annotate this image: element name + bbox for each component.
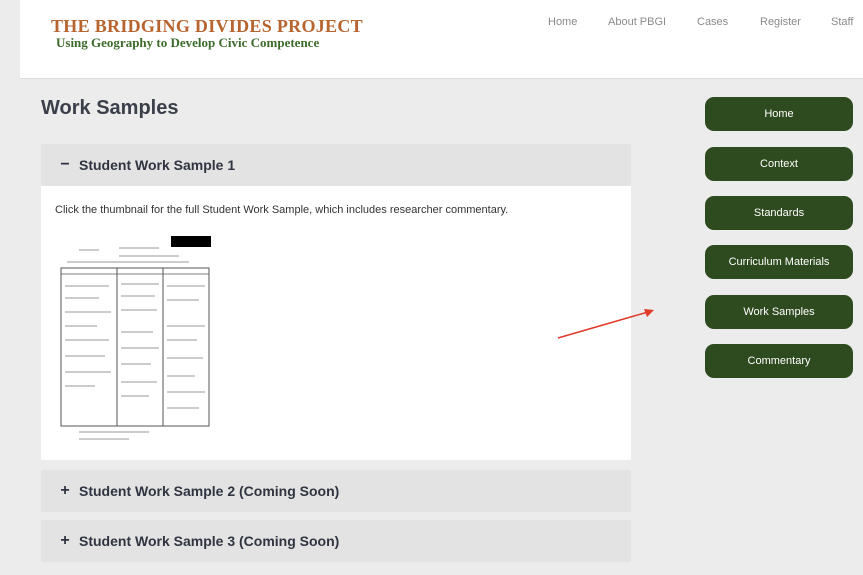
nav-cases[interactable]: Cases: [697, 16, 728, 28]
red-arrow-icon: [557, 309, 654, 339]
nav-register[interactable]: Register: [760, 16, 801, 28]
accordion-header-1[interactable]: − Student Work Sample 1: [41, 144, 631, 186]
nav-about-pbgi[interactable]: About PBGI: [608, 16, 666, 28]
accordion-label-2: Student Work Sample 2 (Coming Soon): [79, 483, 340, 499]
sidebar-button-standards[interactable]: Standards: [705, 196, 853, 230]
accordion-label-1: Student Work Sample 1: [79, 157, 236, 173]
nav-staff[interactable]: Staff: [831, 16, 853, 28]
sidebar-button-work-samples[interactable]: Work Samples: [705, 295, 853, 329]
accordion-item-3: + Student Work Sample 3 (Coming Soon): [41, 520, 631, 562]
accordion-label-3: Student Work Sample 3 (Coming Soon): [79, 533, 340, 549]
site-logo-subtitle: Using Geography to Develop Civic Compete…: [56, 35, 320, 50]
accordion-body-1: Click the thumbnail for the full Student…: [41, 186, 631, 460]
accordion-header-3[interactable]: + Student Work Sample 3 (Coming Soon): [41, 520, 631, 562]
site-header: THE BRIDGING DIVIDES PROJECT Using Geogr…: [20, 0, 863, 79]
sidebar-button-curriculum-materials[interactable]: Curriculum Materials: [705, 245, 853, 279]
sidebar-button-context[interactable]: Context: [705, 147, 853, 181]
accordion-header-2[interactable]: + Student Work Sample 2 (Coming Soon): [41, 470, 631, 512]
accordion-item-2: + Student Work Sample 2 (Coming Soon): [41, 470, 631, 512]
expand-icon: +: [60, 482, 70, 499]
accordion-item-1: − Student Work Sample 1: [41, 144, 631, 186]
work-sample-thumbnail[interactable]: [59, 236, 217, 446]
sidebar-button-home[interactable]: Home: [705, 97, 853, 131]
expand-icon: +: [60, 532, 70, 549]
collapse-icon: −: [60, 156, 70, 173]
site-logo-title[interactable]: THE BRIDGING DIVIDES PROJECT: [51, 16, 363, 37]
sidebar-button-commentary[interactable]: Commentary: [705, 344, 853, 378]
work-sample-description: Click the thumbnail for the full Student…: [55, 204, 509, 216]
nav-home[interactable]: Home: [548, 16, 577, 28]
page-title: Work Samples: [41, 97, 179, 119]
